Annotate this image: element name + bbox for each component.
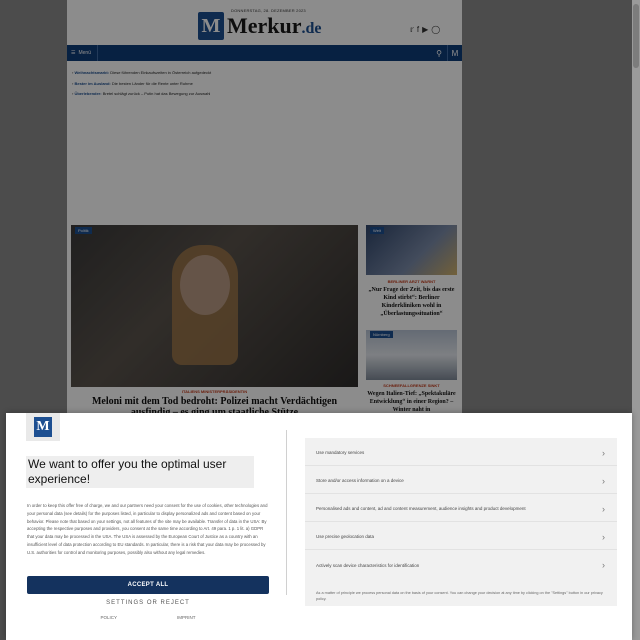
scrollbar-thumb[interactable]: [633, 4, 639, 68]
page-scrollbar[interactable]: [632, 0, 640, 640]
purpose-item-device-scan[interactable]: Actively scan device characteristics for…: [305, 552, 617, 578]
purpose-item-personalised-ads[interactable]: Personalised ads and content, ad and con…: [305, 496, 617, 522]
purpose-label: Personalised ads and content, ad and con…: [316, 506, 526, 511]
consent-footer-links: POLICY IMPRINT: [27, 615, 269, 620]
accept-all-button[interactable]: ACCEPT ALL: [27, 576, 269, 594]
purpose-label: Use precise geolocation data: [316, 534, 375, 539]
chevron-right-icon: ›: [602, 531, 605, 542]
privacy-policy-link[interactable]: POLICY: [100, 615, 117, 620]
purpose-label: Actively scan device characteristics for…: [316, 562, 420, 568]
merkur-logo-icon: M: [34, 417, 52, 437]
consent-divider: [286, 430, 287, 595]
purpose-note: As a matter of principle we process pers…: [316, 591, 603, 601]
purpose-label: Use mandatory services: [316, 450, 365, 455]
chevron-right-icon: ›: [602, 475, 605, 486]
purpose-item-device-storage[interactable]: Store and/or access information on a dev…: [305, 468, 617, 494]
purpose-label: Store and/or access information on a dev…: [316, 478, 404, 483]
imprint-link[interactable]: IMPRINT: [177, 615, 196, 620]
chevron-right-icon: ›: [602, 503, 605, 514]
settings-or-reject-link[interactable]: SETTINGS OR REJECT: [27, 600, 269, 606]
consent-logo: M: [26, 413, 60, 441]
chevron-right-icon: ›: [602, 447, 605, 458]
purpose-item-geolocation[interactable]: Use precise geolocation data ›: [305, 524, 617, 550]
consent-title: We want to offer you the optimal user ex…: [26, 456, 254, 488]
chevron-right-icon: ›: [602, 560, 605, 570]
consent-body: In order to keep this offer free of char…: [27, 503, 268, 555]
purpose-item-mandatory[interactable]: Use mandatory services ›: [305, 440, 617, 466]
